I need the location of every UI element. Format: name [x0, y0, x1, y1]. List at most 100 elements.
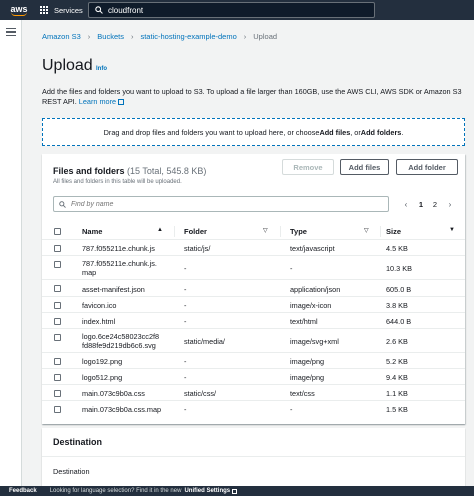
- dropzone-text-prefix: Drag and drop files and folders you want…: [103, 127, 320, 137]
- row-size: 10.3 KB: [386, 264, 412, 273]
- destination-panel: Destination Destination: [42, 428, 465, 486]
- dropzone-add-folders: Add folders: [360, 127, 402, 137]
- footer-bar: Feedback Looking for language selection?…: [0, 486, 474, 496]
- column-header-size[interactable]: Size: [386, 227, 401, 236]
- find-by-name-field[interactable]: [53, 196, 389, 212]
- learn-more-label: Learn more: [78, 97, 117, 106]
- chevron-right-icon: ›: [130, 32, 134, 41]
- files-total-count: (15 Total, 545.8 KB): [127, 166, 207, 176]
- row-folder: -: [184, 373, 187, 382]
- column-header-type[interactable]: Type: [290, 227, 307, 236]
- sort-toggle-icon[interactable]: ▽: [364, 227, 369, 234]
- row-size: 4.5 KB: [386, 244, 408, 253]
- table-row[interactable]: index.html - text/html 644.0 B: [42, 314, 465, 329]
- chevron-right-icon: ›: [243, 32, 247, 41]
- pager-page-2[interactable]: 2: [430, 198, 440, 210]
- info-link[interactable]: Info: [96, 66, 107, 72]
- aws-smile-icon: [11, 12, 27, 16]
- select-all-checkbox[interactable]: [54, 228, 61, 235]
- grid-icon: [40, 5, 49, 15]
- table-row[interactable]: 787.f055211e.chunk.js static/js/ text/ja…: [42, 241, 465, 256]
- sort-ascending-icon[interactable]: ▲: [157, 227, 163, 233]
- row-checkbox[interactable]: [54, 406, 61, 413]
- add-files-button[interactable]: Add files: [340, 159, 389, 175]
- table-row[interactable]: main.073c9b0a.css.map - - 1.5 KB: [42, 402, 465, 417]
- dropzone-add-files: Add files: [319, 127, 351, 137]
- table-row[interactable]: main.073c9b0a.css static/css/ text/css 1…: [42, 386, 465, 401]
- remove-button[interactable]: Remove: [282, 159, 334, 175]
- row-folder: -: [184, 264, 187, 273]
- description-line-1: Add the files and folders you want to up…: [42, 87, 451, 96]
- row-folder: -: [184, 285, 187, 294]
- add-folder-button[interactable]: Add folder: [396, 159, 458, 175]
- row-name: logo192.png: [82, 357, 123, 366]
- column-header-folder[interactable]: Folder: [184, 227, 207, 236]
- drag-drop-zone[interactable]: Drag and drop files and folders you want…: [42, 118, 465, 146]
- row-folder: -: [184, 317, 187, 326]
- row-folder: static/css/: [184, 389, 217, 398]
- column-header-name[interactable]: Name: [82, 227, 102, 236]
- row-type: text/html: [290, 317, 318, 326]
- page-description: Add the files and folders you want to up…: [42, 87, 467, 107]
- files-panel-subtitle: All files and folders in this table will…: [53, 179, 182, 185]
- learn-more-link[interactable]: Learn more: [78, 97, 125, 106]
- pager-prev-icon[interactable]: ‹: [402, 198, 410, 210]
- table-row[interactable]: asset-manifest.json - application/json 6…: [42, 281, 465, 297]
- row-type: image/x-icon: [290, 301, 332, 310]
- row-type: application/json: [290, 285, 341, 294]
- side-navigation-rail: [0, 20, 22, 486]
- row-name: asset-manifest.json: [82, 285, 145, 294]
- row-size: 605.0 B: [386, 285, 412, 294]
- unified-settings-link[interactable]: Unified Settings: [184, 488, 230, 494]
- hamburger-menu-icon[interactable]: [6, 28, 16, 36]
- row-checkbox[interactable]: [54, 334, 61, 341]
- row-size: 2.6 KB: [386, 337, 408, 346]
- row-size: 644.0 B: [386, 317, 412, 326]
- breadcrumb-bucket-name[interactable]: static-hosting-example-demo: [140, 32, 236, 41]
- row-folder: -: [184, 405, 187, 414]
- sort-toggle-icon[interactable]: ▽: [263, 227, 268, 234]
- row-checkbox[interactable]: [54, 358, 61, 365]
- dropzone-text-suffix: .: [401, 127, 404, 137]
- row-size: 3.8 KB: [386, 301, 408, 310]
- breadcrumb-amazon-s3[interactable]: Amazon S3: [42, 32, 81, 41]
- global-search-box[interactable]: [88, 2, 375, 18]
- breadcrumb: Amazon S3 › Buckets › static-hosting-exa…: [42, 32, 277, 41]
- row-name: main.073c9b0a.css.map: [82, 405, 162, 414]
- files-panel-title-label: Files and folders: [53, 166, 125, 176]
- feedback-link[interactable]: Feedback: [9, 488, 37, 494]
- table-row[interactable]: logo192.png - image/png 5.2 KB: [42, 354, 465, 369]
- aws-logo[interactable]: aws: [4, 0, 34, 20]
- row-checkbox[interactable]: [54, 374, 61, 381]
- row-checkbox[interactable]: [54, 390, 61, 397]
- table-row[interactable]: 787.f055211e.chunk.js. map - - 10.3 KB: [42, 257, 465, 280]
- pager-page-1[interactable]: 1: [416, 198, 426, 210]
- row-name: logo.6ce24c58023cc2f8: [82, 332, 160, 341]
- breadcrumb-buckets[interactable]: Buckets: [97, 32, 124, 41]
- row-name: favicon.ico: [82, 301, 117, 310]
- row-checkbox[interactable]: [54, 285, 61, 292]
- row-name-continued: map: [82, 268, 97, 277]
- table-header: Name ▲ Folder ▽ Type ▽ Size ▼: [42, 223, 465, 240]
- row-checkbox[interactable]: [54, 318, 61, 325]
- row-folder: -: [184, 301, 187, 310]
- row-checkbox[interactable]: [54, 261, 61, 268]
- services-menu-button[interactable]: Services: [40, 0, 83, 20]
- row-name: logo512.png: [82, 373, 123, 382]
- table-row[interactable]: favicon.ico - image/x-icon 3.8 KB: [42, 298, 465, 313]
- row-checkbox[interactable]: [54, 302, 61, 309]
- destination-title: Destination: [53, 437, 103, 447]
- row-folder: static/media/: [184, 337, 225, 346]
- global-search-input[interactable]: [108, 5, 358, 15]
- table-row[interactable]: logo512.png - image/png 9.4 KB: [42, 370, 465, 385]
- column-divider: [174, 226, 175, 237]
- row-type: image/svg+xml: [290, 337, 339, 346]
- row-name: 787.f055211e.chunk.js: [82, 244, 155, 253]
- find-by-name-input[interactable]: [71, 200, 371, 208]
- services-label: Services: [54, 5, 83, 15]
- row-checkbox[interactable]: [54, 245, 61, 252]
- table-row[interactable]: logo.6ce24c58023cc2f8 fd88fe9d219db6c6.s…: [42, 330, 465, 353]
- external-link-icon: [118, 99, 125, 105]
- pager-next-icon[interactable]: ›: [446, 198, 454, 210]
- sort-descending-icon[interactable]: ▼: [449, 227, 455, 233]
